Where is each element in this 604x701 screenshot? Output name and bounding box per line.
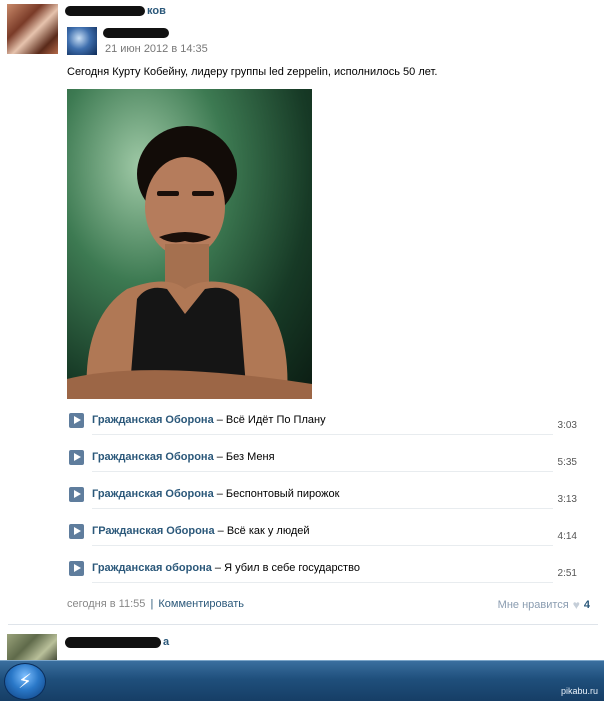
portrait-illustration bbox=[67, 126, 312, 399]
track-dash: – bbox=[211, 562, 225, 574]
second-author-avatar[interactable] bbox=[7, 634, 57, 662]
track-title: Всё Идёт По Плану bbox=[225, 414, 326, 426]
footer-separator: | bbox=[150, 598, 154, 610]
like-label: Мне нравится bbox=[497, 599, 569, 611]
track-duration: 5:35 bbox=[557, 457, 577, 468]
play-icon[interactable] bbox=[69, 413, 84, 428]
track-artist[interactable]: ГРажданская Оборона bbox=[92, 525, 215, 537]
track-divider bbox=[92, 471, 553, 472]
repost-date[interactable]: 21 июн 2012 в 14:35 bbox=[105, 43, 208, 55]
play-icon[interactable] bbox=[69, 487, 84, 502]
track-info: Гражданская Оборона – Без Меня bbox=[92, 451, 275, 463]
post-photo[interactable] bbox=[67, 89, 312, 399]
track-duration: 2:51 bbox=[557, 568, 577, 579]
audio-track[interactable]: Гражданская оборона – Я убил в себе госу… bbox=[67, 558, 579, 583]
like-count: 4 bbox=[583, 599, 590, 611]
track-divider bbox=[92, 434, 553, 435]
track-duration: 3:03 bbox=[557, 420, 577, 431]
redacted-second-author bbox=[65, 637, 161, 648]
track-duration: 3:13 bbox=[557, 494, 577, 505]
lightning-icon: ⚡ bbox=[17, 671, 33, 693]
author-avatar[interactable] bbox=[7, 4, 58, 54]
track-duration: 4:14 bbox=[557, 531, 577, 542]
comment-link[interactable]: Комментировать bbox=[158, 598, 244, 610]
track-divider bbox=[92, 582, 553, 583]
redacted-repost-name bbox=[103, 28, 169, 38]
audio-track[interactable]: ГРажданская Оборона – Всё как у людей 4:… bbox=[67, 521, 579, 546]
track-title: Я убил в себе государство bbox=[224, 562, 360, 574]
track-dash: – bbox=[213, 488, 226, 500]
track-dash: – bbox=[213, 414, 226, 426]
post-time[interactable]: сегодня в 11:55 bbox=[67, 598, 145, 610]
track-title: Беспонтовый пирожок bbox=[225, 488, 340, 500]
track-artist[interactable]: Гражданская оборона bbox=[92, 562, 212, 574]
track-info: ГРажданская Оборона – Всё как у людей bbox=[92, 525, 310, 537]
track-divider bbox=[92, 508, 553, 509]
track-dash: – bbox=[213, 451, 226, 463]
track-title: Без Меня bbox=[225, 451, 275, 463]
post-text: Сегодня Курту Кобейну, лидеру группы led… bbox=[67, 66, 438, 78]
taskbar bbox=[0, 660, 604, 701]
heart-icon: ♥ bbox=[572, 598, 580, 612]
track-title: Всё как у людей bbox=[226, 525, 310, 537]
track-divider bbox=[92, 545, 553, 546]
track-artist[interactable]: Гражданская Оборона bbox=[92, 414, 214, 426]
audio-track[interactable]: Гражданская Оборона – Без Меня 5:35 bbox=[67, 447, 579, 472]
track-dash: – bbox=[214, 525, 227, 537]
second-author-name[interactable]: а bbox=[163, 636, 169, 648]
post-divider bbox=[8, 624, 598, 625]
track-artist[interactable]: Гражданская Оборона bbox=[92, 488, 214, 500]
watermark: pikabu.ru bbox=[560, 686, 598, 696]
start-button[interactable]: ⚡ bbox=[4, 663, 46, 700]
audio-track[interactable]: Гражданская Оборона – Всё Идёт По Плану … bbox=[67, 410, 579, 435]
track-info: Гражданская Оборона – Беспонтовый пирожо… bbox=[92, 488, 339, 500]
post-footer: сегодня в 11:55 | Комментировать bbox=[67, 598, 244, 610]
like-button[interactable]: Мне нравится ♥ 4 bbox=[498, 598, 590, 612]
play-icon[interactable] bbox=[69, 450, 84, 465]
repost-source-avatar[interactable] bbox=[67, 27, 97, 55]
play-icon[interactable] bbox=[69, 561, 84, 576]
redacted-author-name bbox=[65, 6, 145, 16]
author-name[interactable]: ков bbox=[147, 5, 166, 17]
track-info: Гражданская оборона – Я убил в себе госу… bbox=[92, 562, 360, 574]
track-info: Гражданская Оборона – Всё Идёт По Плану bbox=[92, 414, 326, 426]
track-artist[interactable]: Гражданская Оборона bbox=[92, 451, 214, 463]
play-icon[interactable] bbox=[69, 524, 84, 539]
audio-track[interactable]: Гражданская Оборона – Беспонтовый пирожо… bbox=[67, 484, 579, 509]
